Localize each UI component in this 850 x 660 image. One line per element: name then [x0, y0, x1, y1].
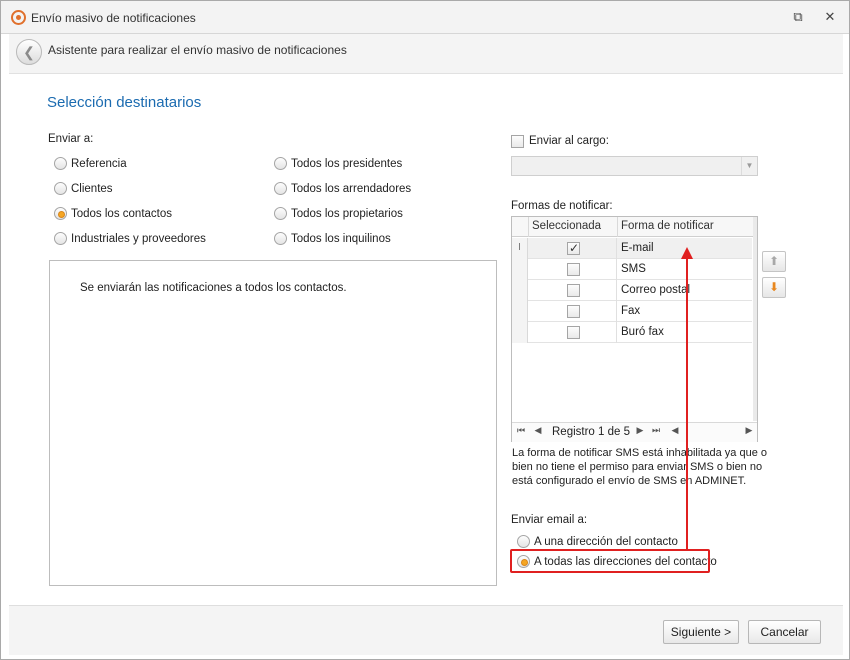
- table-row[interactable]: Fax: [512, 301, 752, 322]
- radio-todos-los-propietarios[interactable]: Todos los propietarios: [274, 207, 403, 220]
- email-to-label: Enviar email a:: [511, 514, 588, 526]
- selected-cell[interactable]: [529, 322, 617, 343]
- info-message-box: Se enviarán las notificaciones a todos l…: [49, 260, 497, 586]
- row-checkbox[interactable]: [567, 263, 580, 276]
- chevron-down-icon[interactable]: ▼: [741, 157, 757, 175]
- radio-button-icon: [517, 535, 530, 548]
- radio-button-icon: [274, 207, 287, 220]
- next-record-icon[interactable]: ▶: [634, 426, 646, 436]
- column-header-forma[interactable]: Forma de notificar: [617, 217, 753, 237]
- row-indicator: [512, 301, 528, 322]
- radio-una-direccion[interactable]: A una dirección del contacto: [517, 535, 678, 548]
- radio-button-icon: [54, 232, 67, 245]
- annotation-arrow-line: [686, 257, 688, 549]
- radio-label: Todos los inquilinos: [291, 232, 391, 245]
- form-cell: SMS: [621, 263, 646, 275]
- wizard-header: ❮ Asistente para realizar el envío masiv…: [9, 34, 843, 74]
- table-row[interactable]: Buró fax: [512, 322, 752, 343]
- selected-cell[interactable]: [529, 280, 617, 301]
- radio-todos-los-arrendadores[interactable]: Todos los arrendadores: [274, 182, 411, 195]
- radio-label: Clientes: [71, 182, 113, 195]
- grid-vertical-scrollbar[interactable]: [753, 217, 757, 421]
- radio-button-icon: [274, 182, 287, 195]
- position-combo[interactable]: ▼: [511, 156, 758, 176]
- radio-label: Todos los propietarios: [291, 207, 403, 220]
- form-cell: Fax: [621, 305, 641, 317]
- radio-todos-los-inquilinos[interactable]: Todos los inquilinos: [274, 232, 391, 245]
- notify-forms-grid: Seleccionada Forma de notificar I E-mail…: [511, 216, 758, 442]
- radio-button-icon: [54, 207, 67, 220]
- row-indicator: I: [512, 238, 528, 259]
- window-title: Envío masivo de notificaciones: [31, 11, 196, 25]
- radio-clientes[interactable]: Clientes: [54, 182, 113, 195]
- send-to-label: Enviar a:: [48, 133, 94, 145]
- radio-referencia[interactable]: Referencia: [54, 157, 127, 170]
- radio-button-icon: [54, 182, 67, 195]
- app-icon: [11, 10, 26, 25]
- record-counter: Registro 1 de 5: [552, 426, 630, 438]
- cancel-button[interactable]: Cancelar: [748, 620, 821, 644]
- annotation-highlight-box: [510, 549, 710, 573]
- first-record-icon[interactable]: ⏮: [515, 426, 527, 436]
- form-cell: Correo postal: [621, 284, 691, 296]
- notify-forms-label: Formas de notificar:: [511, 200, 613, 212]
- annotation-arrow-head-icon: [681, 247, 693, 259]
- form-cell: E-mail: [621, 242, 654, 254]
- send-to-position-label: Enviar al cargo:: [529, 135, 609, 147]
- send-to-position-checkbox[interactable]: [511, 135, 524, 148]
- wizard-window: Envío masivo de notificaciones ⧉ ✕ ❮ Asi…: [0, 0, 850, 660]
- radio-label: Todos los presidentes: [291, 157, 403, 170]
- grid-header: Seleccionada Forma de notificar: [512, 217, 757, 237]
- wizard-footer: Siguiente > Cancelar: [9, 605, 843, 655]
- move-down-button[interactable]: ⬇: [762, 277, 786, 298]
- table-row[interactable]: Correo postal: [512, 280, 752, 301]
- form-cell: Buró fax: [621, 326, 664, 338]
- radio-button-icon: [274, 157, 287, 170]
- move-up-button[interactable]: ⬆: [762, 251, 786, 272]
- scroll-left-icon[interactable]: ◀: [669, 426, 681, 436]
- radio-label: Industriales y proveedores: [71, 232, 206, 245]
- wizard-title: Asistente para realizar el envío masivo …: [48, 43, 347, 57]
- sms-note: La forma de notificar SMS está inhabilit…: [512, 447, 767, 487]
- row-indicator: [512, 280, 528, 301]
- radio-button-icon: [274, 232, 287, 245]
- row-checkbox[interactable]: [567, 326, 580, 339]
- radio-label: Todos los contactos: [71, 207, 173, 220]
- info-message: Se enviarán las notificaciones a todos l…: [80, 282, 347, 294]
- last-record-icon[interactable]: ⏭: [650, 426, 662, 436]
- restore-icon[interactable]: ⧉: [790, 9, 806, 25]
- row-checkbox[interactable]: [567, 241, 580, 255]
- back-arrow-icon[interactable]: ❮: [16, 39, 42, 65]
- close-icon[interactable]: ✕: [822, 9, 838, 25]
- row-indicator: [512, 259, 528, 280]
- column-header-seleccionada[interactable]: Seleccionada: [528, 217, 617, 237]
- radio-label: A una dirección del contacto: [534, 535, 678, 548]
- radio-label: Todos los arrendadores: [291, 182, 412, 195]
- content-area: Selección destinatarios Enviar a: Refere…: [9, 75, 843, 605]
- selected-cell[interactable]: [529, 238, 617, 259]
- prev-record-icon[interactable]: ◀: [532, 426, 544, 436]
- radio-button-icon: [54, 157, 67, 170]
- grid-navigator: ⏮ ◀ Registro 1 de 5 ▶ ⏭ ◀ ▶: [512, 422, 757, 442]
- row-indicator: [512, 322, 528, 343]
- row-checkbox[interactable]: [567, 305, 580, 318]
- next-button[interactable]: Siguiente >: [663, 620, 739, 644]
- selected-cell[interactable]: [529, 259, 617, 280]
- radio-todos-los-contactos[interactable]: Todos los contactos: [54, 207, 172, 220]
- title-bar: Envío masivo de notificaciones ⧉ ✕: [1, 1, 849, 34]
- table-row[interactable]: I E-mail: [512, 238, 752, 259]
- radio-todos-los-presidentes[interactable]: Todos los presidentes: [274, 157, 402, 170]
- radio-industriales-y-proveedores[interactable]: Industriales y proveedores: [54, 232, 206, 245]
- row-checkbox[interactable]: [567, 284, 580, 297]
- scroll-right-icon[interactable]: ▶: [743, 426, 755, 436]
- section-title: Selección destinatarios: [47, 94, 202, 111]
- radio-label: Referencia: [71, 157, 127, 170]
- selected-cell[interactable]: [529, 301, 617, 322]
- table-row[interactable]: SMS: [512, 259, 752, 280]
